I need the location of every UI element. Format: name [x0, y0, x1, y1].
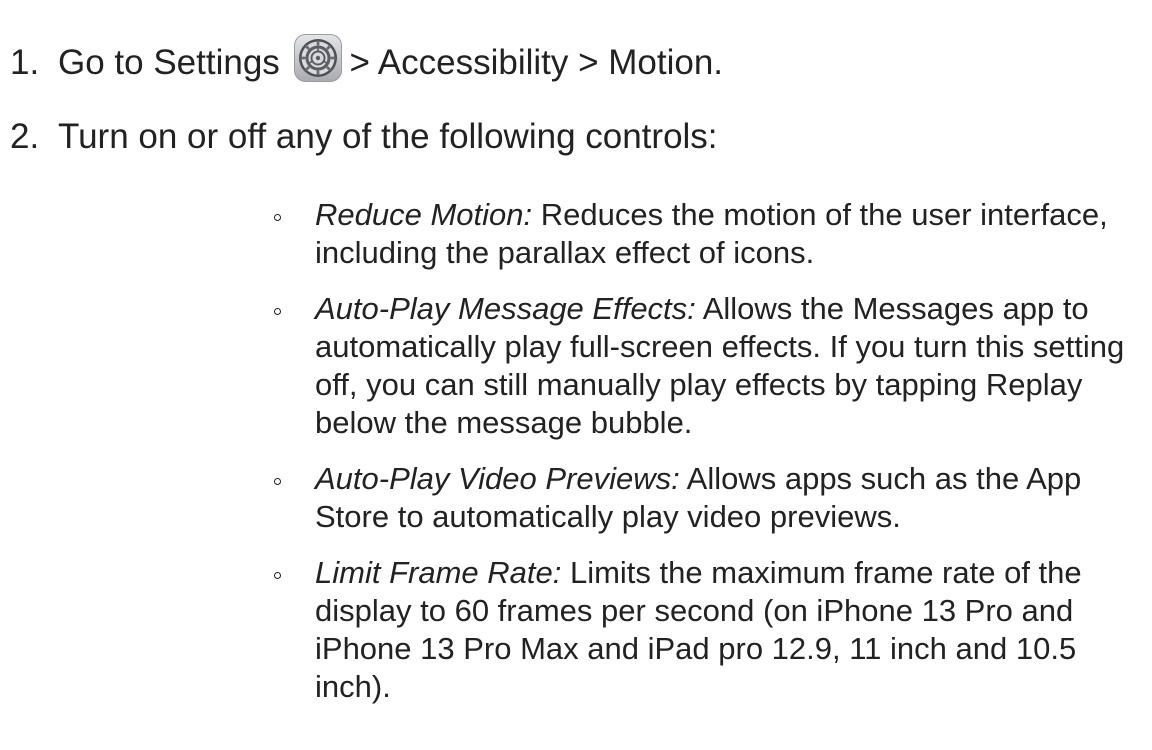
step-text: Turn on or off any of the following cont… [58, 117, 718, 156]
control-term: Auto-Play Message Effects: [315, 291, 696, 326]
bullet-icon [274, 214, 281, 221]
step-1: 1. Go to Settings > Accessibility > Moti… [10, 34, 723, 84]
step-text-after-icon: > Accessibility > Motion. [349, 43, 724, 82]
list-item: Auto-Play Video Previews: Allows apps su… [266, 460, 1146, 536]
list-item: Reduce Motion: Reduces the motion of the… [266, 196, 1146, 272]
controls-list: Reduce Motion: Reduces the motion of the… [266, 196, 1146, 724]
list-item: Auto-Play Message Effects: Allows the Me… [266, 290, 1146, 442]
list-item: Limit Frame Rate: Limits the maximum fra… [266, 554, 1146, 706]
bullet-icon [274, 308, 281, 315]
step-number: 1. [10, 43, 40, 82]
bullet-icon [274, 572, 281, 579]
control-term: Reduce Motion: [315, 197, 533, 232]
settings-gear-icon [293, 34, 342, 82]
step-2: 2. Turn on or off any of the following co… [10, 116, 718, 158]
bullet-icon [274, 478, 281, 485]
control-term: Limit Frame Rate: [315, 555, 562, 590]
step-text-before-icon: Go to Settings [58, 43, 280, 82]
control-term: Auto-Play Video Previews: [315, 461, 680, 496]
step-number: 2. [10, 117, 40, 156]
